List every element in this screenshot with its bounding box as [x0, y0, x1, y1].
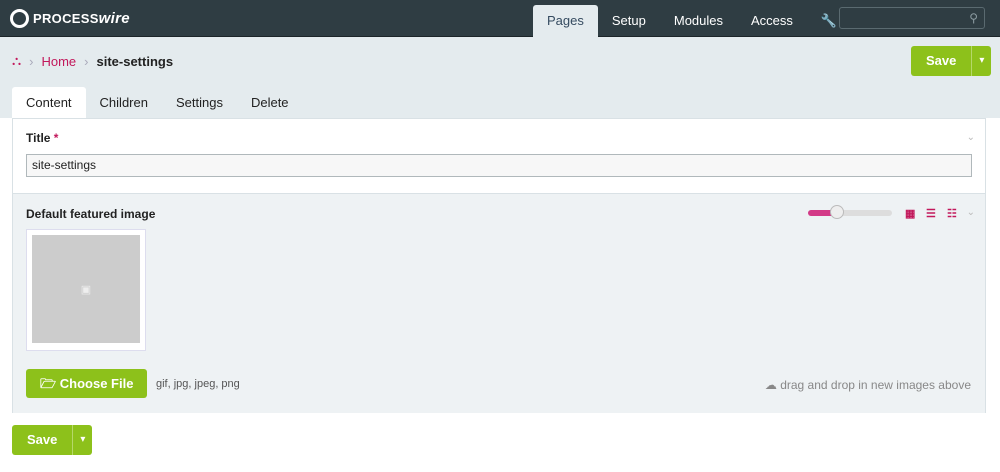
tab-delete[interactable]: Delete	[237, 87, 303, 118]
allowed-extensions: gif, jpg, jpeg, png	[156, 378, 240, 390]
breadcrumb-home[interactable]: Home	[41, 54, 76, 69]
image-placeholder-icon: ▣	[32, 235, 140, 343]
nav-modules[interactable]: Modules	[660, 5, 737, 37]
tab-settings[interactable]: Settings	[162, 87, 237, 118]
collapse-icon[interactable]: ⌄	[967, 207, 975, 218]
tab-children[interactable]: Children	[86, 87, 162, 118]
image-field-label: Default featured image	[26, 207, 156, 221]
image-field: Default featured image ▦ ☰ ☷ ⌄ ▣ 🗁 Choos…	[13, 193, 985, 413]
save-dropdown-icon[interactable]: ▾	[72, 425, 92, 455]
collapse-icon[interactable]: ⌄	[967, 132, 975, 143]
main-nav: Pages Setup Modules Access 🔧	[533, 5, 851, 37]
folder-icon: 🗁	[40, 376, 57, 391]
title-input[interactable]: site-settings	[26, 154, 972, 177]
content-panel: Title * ⌄ site-settings Default featured…	[12, 118, 986, 413]
save-label[interactable]: Save	[911, 46, 971, 76]
thumb-size-slider[interactable]	[808, 205, 892, 219]
detail-view-icon[interactable]: ☰	[926, 207, 936, 220]
breadcrumb-current: site-settings	[96, 53, 174, 69]
tabs: Content Children Settings Delete	[12, 87, 303, 118]
processwire-logo[interactable]: PROCESS wire	[10, 9, 130, 28]
breadcrumb: ⛬ › Home › site-settings	[12, 53, 174, 69]
image-thumbnail[interactable]: ▣	[26, 229, 146, 351]
search-input[interactable]: ⚲	[839, 7, 985, 29]
nav-pages[interactable]: Pages	[533, 5, 598, 37]
choose-file-button[interactable]: 🗁 Choose File	[26, 369, 148, 398]
sitemap-icon[interactable]: ⛬	[12, 53, 21, 69]
save-button-top[interactable]: Save ▾	[911, 46, 992, 76]
save-dropdown-icon[interactable]: ▾	[971, 46, 991, 76]
list-view-icon[interactable]: ☷	[947, 207, 957, 220]
drop-hint: ☁ drag and drop in new images above	[764, 378, 971, 392]
save-label[interactable]: Save	[12, 425, 72, 455]
top-bar: PROCESS wire Pages Setup Modules Access 🔧…	[0, 0, 1000, 37]
grid-view-icon[interactable]: ▦	[905, 207, 915, 220]
nav-access[interactable]: Access	[737, 5, 807, 37]
cloud-upload-icon: ☁	[764, 378, 777, 392]
nav-setup[interactable]: Setup	[598, 5, 660, 37]
title-label: Title *	[26, 131, 59, 145]
tab-content[interactable]: Content	[12, 87, 86, 118]
search-icon: ⚲	[969, 11, 978, 25]
save-button-bottom[interactable]: Save ▾	[12, 425, 93, 455]
